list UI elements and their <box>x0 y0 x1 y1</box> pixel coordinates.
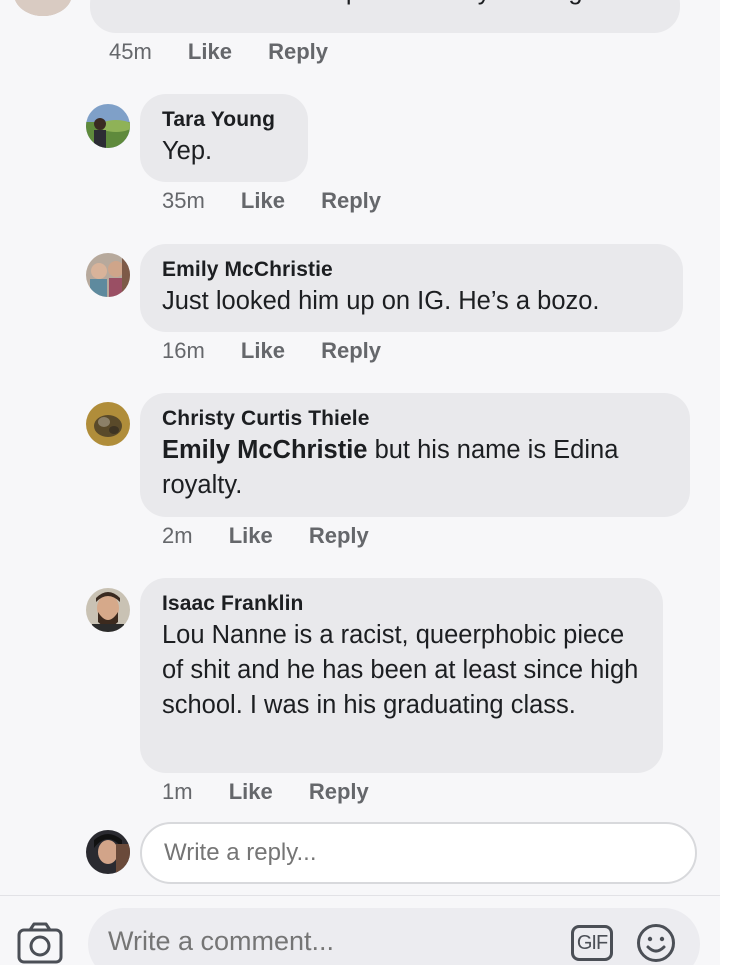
like-button[interactable]: Like <box>188 39 232 65</box>
gif-button[interactable]: GIF <box>571 925 613 961</box>
comment-author[interactable]: Emily McChristie <box>162 257 661 283</box>
reply-button[interactable]: Reply <box>321 338 381 364</box>
page-edge <box>720 0 745 965</box>
comment-time: 45m <box>109 39 152 64</box>
emoji-icon[interactable] <box>636 923 676 965</box>
avatar[interactable] <box>14 0 72 16</box>
avatar-christy-curtis-thiele[interactable] <box>86 402 130 446</box>
reply-button[interactable]: Reply <box>309 523 369 549</box>
reply-input[interactable] <box>140 822 697 884</box>
comment-bubble[interactable]: Isaac Franklin Lou Nanne is a racist, qu… <box>140 578 663 773</box>
comment-actions: 1m Like Reply <box>162 779 399 805</box>
comment-time: 1m <box>162 779 193 804</box>
like-button[interactable]: Like <box>229 523 273 549</box>
comment-actions: 45m Like Reply <box>109 39 358 65</box>
comment-time: 35m <box>162 188 205 213</box>
current-user-avatar <box>86 830 130 874</box>
comment-author[interactable]: Tara Young <box>162 107 286 133</box>
divider <box>0 895 720 896</box>
comment-text: is someone in these photos really runnin… <box>112 0 597 9</box>
comment-composer[interactable]: GIF <box>88 908 700 965</box>
like-button[interactable]: Like <box>241 188 285 214</box>
comment-actions: 35m Like Reply <box>162 188 411 214</box>
reply-button[interactable]: Reply <box>309 779 369 805</box>
comment-actions: 16m Like Reply <box>162 338 411 364</box>
avatar-isaac-franklin[interactable] <box>86 588 130 632</box>
avatar-tara-young[interactable] <box>86 104 130 148</box>
comment-author[interactable]: Isaac Franklin <box>162 591 641 617</box>
comment-time: 16m <box>162 338 205 363</box>
comment-bubble[interactable]: is someone in these photos really runnin… <box>90 0 680 33</box>
mention-link[interactable]: Emily McChristie <box>162 436 367 464</box>
comment-bubble[interactable]: Christy Curtis Thiele Emily McChristie b… <box>140 393 690 517</box>
comment-time: 2m <box>162 523 193 548</box>
avatar-emily-mcchristie[interactable] <box>86 253 130 297</box>
reply-button[interactable]: Reply <box>268 39 328 65</box>
gif-label: GIF <box>571 925 613 961</box>
like-button[interactable]: Like <box>229 779 273 805</box>
comment-author[interactable]: Christy Curtis Thiele <box>162 406 668 432</box>
reply-button[interactable]: Reply <box>321 188 381 214</box>
comment-text: Yep. <box>162 137 213 165</box>
comment-text: Just looked him up on IG. He’s a bozo. <box>162 287 600 315</box>
comment-bubble[interactable]: Emily McChristie Just looked him up on I… <box>140 244 683 332</box>
comment-text: Lou Nanne is a racist, queerphobic piece… <box>162 621 639 719</box>
like-button[interactable]: Like <box>241 338 285 364</box>
comment-input[interactable] <box>108 926 528 957</box>
comment-bubble[interactable]: Tara Young Yep. <box>140 94 308 182</box>
comments-panel: is someone in these photos really runnin… <box>0 0 720 965</box>
comment-text: Emily McChristie but his name is Edina r… <box>162 433 668 503</box>
camera-icon[interactable] <box>17 921 63 965</box>
comment-actions: 2m Like Reply <box>162 523 399 549</box>
